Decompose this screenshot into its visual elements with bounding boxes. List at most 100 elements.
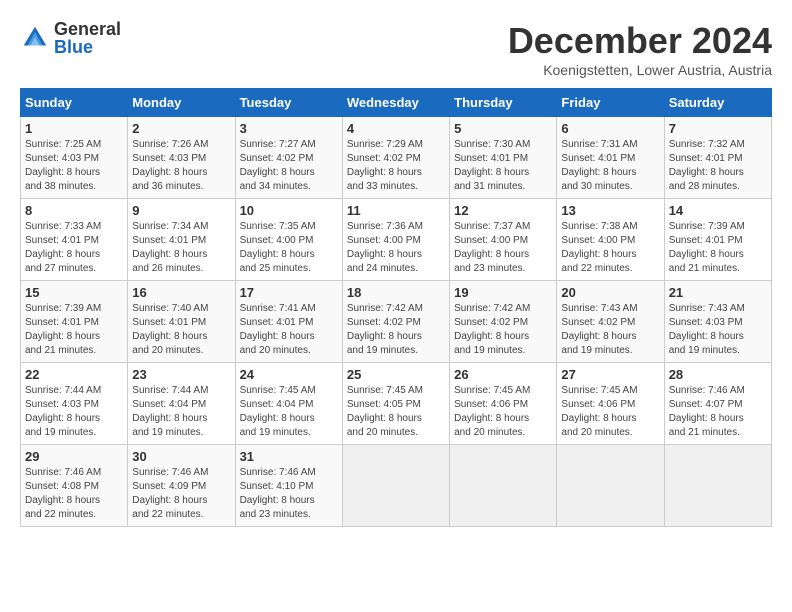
table-row: 15 Sunrise: 7:39 AM Sunset: 4:01 PM Dayli…: [21, 281, 128, 363]
day-number: 30: [132, 449, 230, 464]
day-info: Sunrise: 7:42 AM Sunset: 4:02 PM Dayligh…: [347, 302, 445, 358]
day-info: Sunrise: 7:39 AM Sunset: 4:01 PM Dayligh…: [25, 302, 123, 358]
table-row: 16 Sunrise: 7:40 AM Sunset: 4:01 PM Dayli…: [128, 281, 235, 363]
day-number: 31: [240, 449, 338, 464]
day-number: 8: [25, 203, 123, 218]
day-number: 15: [25, 285, 123, 300]
table-row: 1 Sunrise: 7:25 AM Sunset: 4:03 PM Daylig…: [21, 117, 128, 199]
page-header: General Blue December 2024 Koenigstetten…: [20, 20, 772, 78]
day-info: Sunrise: 7:35 AM Sunset: 4:00 PM Dayligh…: [240, 220, 338, 276]
day-number: 3: [240, 121, 338, 136]
table-row: 6 Sunrise: 7:31 AM Sunset: 4:01 PM Daylig…: [557, 117, 664, 199]
table-row: [557, 445, 664, 527]
day-info: Sunrise: 7:33 AM Sunset: 4:01 PM Dayligh…: [25, 220, 123, 276]
day-info: Sunrise: 7:45 AM Sunset: 4:05 PM Dayligh…: [347, 384, 445, 440]
day-info: Sunrise: 7:31 AM Sunset: 4:01 PM Dayligh…: [561, 138, 659, 194]
day-number: 14: [669, 203, 767, 218]
day-info: Sunrise: 7:43 AM Sunset: 4:02 PM Dayligh…: [561, 302, 659, 358]
calendar-week-4: 22 Sunrise: 7:44 AM Sunset: 4:03 PM Dayli…: [21, 363, 772, 445]
day-number: 9: [132, 203, 230, 218]
title-block: December 2024 Koenigstetten, Lower Austr…: [508, 20, 772, 78]
day-number: 17: [240, 285, 338, 300]
col-sunday: Sunday: [21, 89, 128, 117]
table-row: 27 Sunrise: 7:45 AM Sunset: 4:06 PM Dayli…: [557, 363, 664, 445]
col-monday: Monday: [128, 89, 235, 117]
day-info: Sunrise: 7:25 AM Sunset: 4:03 PM Dayligh…: [25, 138, 123, 194]
table-row: 4Sunrise: 7:29 AM Sunset: 4:02 PM Daylig…: [342, 117, 449, 199]
day-number: 28: [669, 367, 767, 382]
table-row: 5 Sunrise: 7:30 AM Sunset: 4:01 PM Daylig…: [450, 117, 557, 199]
table-row: 25 Sunrise: 7:45 AM Sunset: 4:05 PM Dayli…: [342, 363, 449, 445]
day-number: 11: [347, 203, 445, 218]
table-row: 14 Sunrise: 7:39 AM Sunset: 4:01 PM Dayli…: [664, 199, 771, 281]
table-row: 24Sunrise: 7:45 AM Sunset: 4:04 PM Dayli…: [235, 363, 342, 445]
table-row: 13Sunrise: 7:38 AM Sunset: 4:00 PM Dayli…: [557, 199, 664, 281]
day-number: 20: [561, 285, 659, 300]
logo-general: General: [54, 20, 121, 38]
day-number: 7: [669, 121, 767, 136]
day-info: Sunrise: 7:30 AM Sunset: 4:01 PM Dayligh…: [454, 138, 552, 194]
day-number: 2: [132, 121, 230, 136]
day-info: Sunrise: 7:46 AM Sunset: 4:09 PM Dayligh…: [132, 466, 230, 522]
day-info: Sunrise: 7:29 AM Sunset: 4:02 PM Dayligh…: [347, 138, 445, 194]
month-title: December 2024: [508, 20, 772, 62]
table-row: 10 Sunrise: 7:35 AM Sunset: 4:00 PM Dayli…: [235, 199, 342, 281]
day-info: Sunrise: 7:34 AM Sunset: 4:01 PM Dayligh…: [132, 220, 230, 276]
table-row: [664, 445, 771, 527]
day-info: Sunrise: 7:39 AM Sunset: 4:01 PM Dayligh…: [669, 220, 767, 276]
calendar-week-5: 29 Sunrise: 7:46 AM Sunset: 4:08 PM Dayli…: [21, 445, 772, 527]
day-info: Sunrise: 7:46 AM Sunset: 4:10 PM Dayligh…: [240, 466, 338, 522]
day-info: Sunrise: 7:44 AM Sunset: 4:04 PM Dayligh…: [132, 384, 230, 440]
calendar-week-3: 15 Sunrise: 7:39 AM Sunset: 4:01 PM Dayli…: [21, 281, 772, 363]
day-number: 6: [561, 121, 659, 136]
day-info: Sunrise: 7:26 AM Sunset: 4:03 PM Dayligh…: [132, 138, 230, 194]
day-info: Sunrise: 7:42 AM Sunset: 4:02 PM Dayligh…: [454, 302, 552, 358]
day-number: 1: [25, 121, 123, 136]
day-info: Sunrise: 7:38 AM Sunset: 4:00 PM Dayligh…: [561, 220, 659, 276]
day-info: Sunrise: 7:40 AM Sunset: 4:01 PM Dayligh…: [132, 302, 230, 358]
table-row: [342, 445, 449, 527]
col-friday: Friday: [557, 89, 664, 117]
table-row: 26Sunrise: 7:45 AM Sunset: 4:06 PM Dayli…: [450, 363, 557, 445]
day-number: 26: [454, 367, 552, 382]
table-row: 18 Sunrise: 7:42 AM Sunset: 4:02 PM Dayli…: [342, 281, 449, 363]
day-info: Sunrise: 7:46 AM Sunset: 4:08 PM Dayligh…: [25, 466, 123, 522]
col-thursday: Thursday: [450, 89, 557, 117]
table-row: 29 Sunrise: 7:46 AM Sunset: 4:08 PM Dayli…: [21, 445, 128, 527]
table-row: 3Sunrise: 7:27 AM Sunset: 4:02 PM Daylig…: [235, 117, 342, 199]
day-number: 19: [454, 285, 552, 300]
table-row: [450, 445, 557, 527]
day-info: Sunrise: 7:44 AM Sunset: 4:03 PM Dayligh…: [25, 384, 123, 440]
table-row: 2 Sunrise: 7:26 AM Sunset: 4:03 PM Daylig…: [128, 117, 235, 199]
table-row: 21Sunrise: 7:43 AM Sunset: 4:03 PM Dayli…: [664, 281, 771, 363]
calendar-week-1: 1 Sunrise: 7:25 AM Sunset: 4:03 PM Daylig…: [21, 117, 772, 199]
table-row: 20 Sunrise: 7:43 AM Sunset: 4:02 PM Dayli…: [557, 281, 664, 363]
day-info: Sunrise: 7:45 AM Sunset: 4:06 PM Dayligh…: [561, 384, 659, 440]
day-number: 25: [347, 367, 445, 382]
calendar-table: Sunday Monday Tuesday Wednesday Thursday…: [20, 88, 772, 527]
col-tuesday: Tuesday: [235, 89, 342, 117]
day-info: Sunrise: 7:46 AM Sunset: 4:07 PM Dayligh…: [669, 384, 767, 440]
day-number: 22: [25, 367, 123, 382]
day-info: Sunrise: 7:41 AM Sunset: 4:01 PM Dayligh…: [240, 302, 338, 358]
day-info: Sunrise: 7:37 AM Sunset: 4:00 PM Dayligh…: [454, 220, 552, 276]
logo-text: General Blue: [54, 20, 121, 56]
logo-blue: Blue: [54, 38, 121, 56]
col-wednesday: Wednesday: [342, 89, 449, 117]
day-number: 18: [347, 285, 445, 300]
col-saturday: Saturday: [664, 89, 771, 117]
day-number: 5: [454, 121, 552, 136]
calendar-header-row: Sunday Monday Tuesday Wednesday Thursday…: [21, 89, 772, 117]
table-row: 28 Sunrise: 7:46 AM Sunset: 4:07 PM Dayli…: [664, 363, 771, 445]
day-number: 10: [240, 203, 338, 218]
day-number: 27: [561, 367, 659, 382]
table-row: 11Sunrise: 7:36 AM Sunset: 4:00 PM Dayli…: [342, 199, 449, 281]
day-number: 24: [240, 367, 338, 382]
logo-icon: [20, 23, 50, 53]
calendar-week-2: 8 Sunrise: 7:33 AM Sunset: 4:01 PM Daylig…: [21, 199, 772, 281]
day-number: 21: [669, 285, 767, 300]
day-number: 16: [132, 285, 230, 300]
day-number: 29: [25, 449, 123, 464]
table-row: 8 Sunrise: 7:33 AM Sunset: 4:01 PM Daylig…: [21, 199, 128, 281]
day-info: Sunrise: 7:32 AM Sunset: 4:01 PM Dayligh…: [669, 138, 767, 194]
